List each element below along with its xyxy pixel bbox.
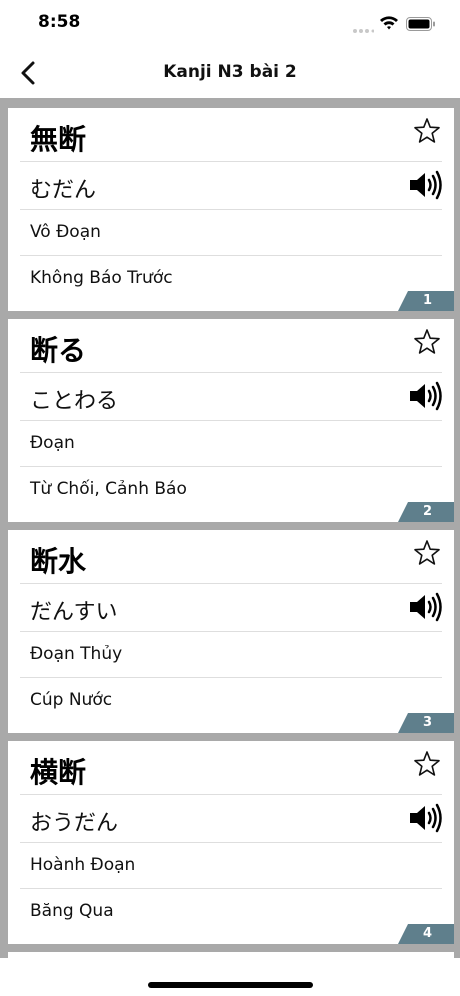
meaning-text: Băng Qua (30, 901, 114, 921)
play-audio-button[interactable] (408, 592, 444, 622)
meaning-text: Cúp Nước (30, 690, 113, 710)
index-number: 1 (422, 293, 432, 308)
vocab-card: 断る ことわる Đoạn Từ Chối, Cảnh Báo 2 (8, 319, 454, 522)
battery-icon (406, 16, 436, 35)
hanviet-text: Đoạn Thủy (30, 644, 123, 664)
star-icon (414, 329, 440, 354)
index-number: 2 (422, 504, 432, 519)
favorite-button[interactable] (412, 327, 442, 357)
index-badge: 3 (398, 713, 454, 733)
hanviet-row: Đoạn (20, 421, 442, 467)
kanji-text: 無断 (30, 123, 87, 156)
kana-text: むだん (30, 178, 97, 203)
meaning-row: Băng Qua (20, 889, 442, 935)
hanviet-text: Hoành Đoạn (30, 855, 136, 875)
home-area (0, 958, 460, 996)
index-badge: 2 (398, 502, 454, 522)
speaker-icon (410, 170, 442, 200)
favorite-button[interactable] (412, 116, 442, 146)
hanviet-row: Vô Đoạn (20, 210, 442, 256)
favorite-button[interactable] (412, 749, 442, 779)
play-audio-button[interactable] (408, 381, 444, 411)
kana-row: だんすい (20, 584, 442, 632)
kana-row: おうだん (20, 795, 442, 843)
speaker-icon (410, 592, 442, 622)
kanji-row: 横断 (20, 741, 442, 795)
kana-text: ことわる (30, 389, 119, 414)
play-audio-button[interactable] (408, 803, 444, 833)
nav-bar: Kanji N3 bài 2 (0, 48, 460, 98)
hanviet-row: Đoạn Thủy (20, 632, 442, 678)
wifi-icon (379, 14, 399, 34)
kanji-row: 断る (20, 319, 442, 373)
page-title: Kanji N3 bài 2 (163, 62, 297, 82)
kana-row: ことわる (20, 373, 442, 421)
favorite-button[interactable] (412, 538, 442, 568)
index-number: 4 (422, 926, 432, 941)
status-time: 8:58 (38, 12, 81, 32)
hanviet-row: Hoành Đoạn (20, 843, 442, 889)
meaning-text: Không Báo Trước (30, 268, 173, 288)
kanji-text: 横断 (30, 756, 87, 789)
index-badge: 1 (398, 291, 454, 311)
home-indicator[interactable] (148, 982, 313, 988)
vocab-card: 断水 だんすい Đoạn Thủy Cúp Nước 3 (8, 530, 454, 733)
index-badge: 4 (398, 924, 454, 944)
kanji-row: 断水 (20, 530, 442, 584)
kanji-text: 断る (30, 334, 87, 367)
meaning-row: Từ Chối, Cảnh Báo (20, 467, 442, 513)
meaning-row: Cúp Nước (20, 678, 442, 724)
hanviet-text: Vô Đoạn (30, 222, 101, 242)
kanji-row: 無断 (20, 108, 442, 162)
signal-icon (352, 20, 375, 39)
vocabulary-list[interactable]: 無断 むだん Vô Đoạn Không Báo Trước 1 断る ことわる… (0, 98, 460, 958)
kana-text: おうだん (30, 811, 119, 836)
vocab-card: 無断 むだん Vô Đoạn Không Báo Trước 1 (8, 108, 454, 311)
play-audio-button[interactable] (408, 170, 444, 200)
index-number: 3 (422, 715, 432, 730)
status-bar: 8:58 (0, 0, 460, 48)
kanji-text: 断水 (30, 545, 87, 578)
star-icon (414, 540, 440, 565)
star-icon (414, 751, 440, 776)
kana-row: むだん (20, 162, 442, 210)
vocab-card: 横断 おうだん Hoành Đoạn Băng Qua 4 (8, 741, 454, 944)
hanviet-text: Đoạn (30, 433, 75, 453)
meaning-text: Từ Chối, Cảnh Báo (30, 479, 187, 499)
kana-text: だんすい (30, 600, 118, 625)
speaker-icon (410, 381, 442, 411)
star-icon (414, 118, 440, 143)
meaning-row: Không Báo Trước (20, 256, 442, 302)
speaker-icon (410, 803, 442, 833)
